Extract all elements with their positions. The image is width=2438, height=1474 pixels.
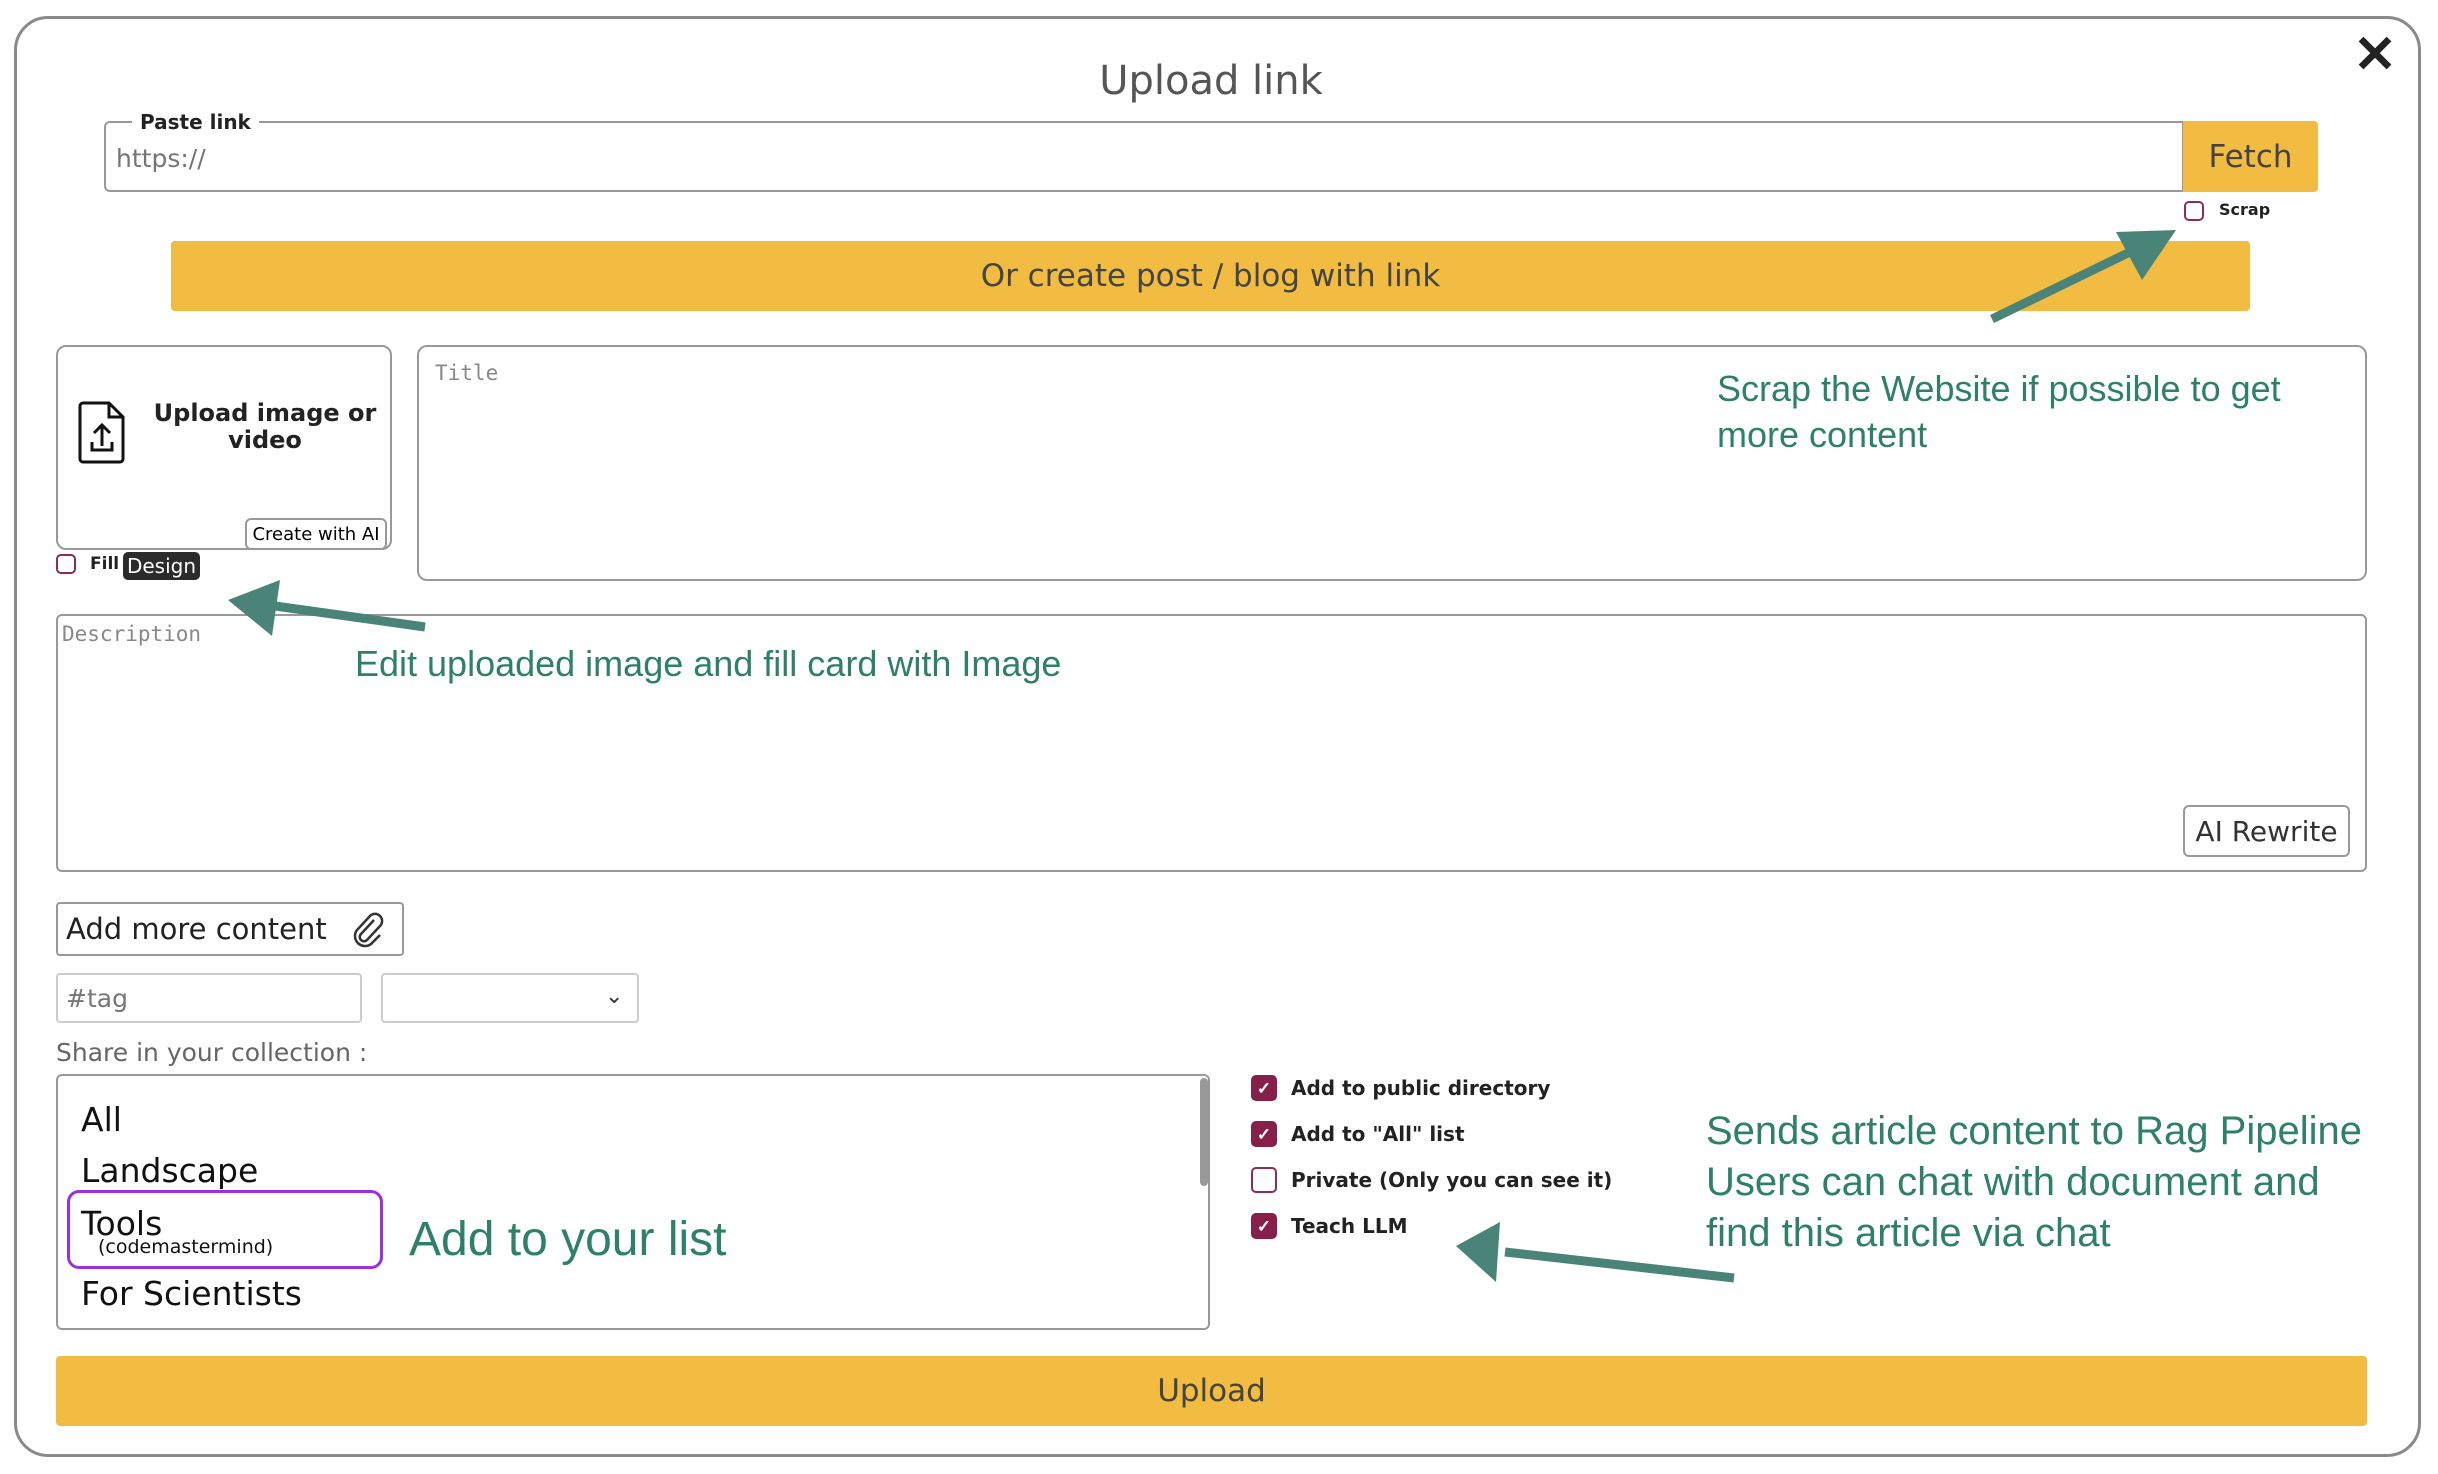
- scrap-label: Scrap: [2219, 200, 2271, 219]
- create-with-ai-button[interactable]: Create with AI: [245, 518, 387, 550]
- add-more-label: Add more content: [66, 912, 327, 946]
- public-directory-label: Add to public directory: [1291, 1076, 1551, 1100]
- highlight-box: [67, 1190, 383, 1269]
- annotation-rag: Sends article content to Rag Pipeline Us…: [1706, 1106, 2362, 1259]
- annotation-rag-line: Sends article content to Rag Pipeline: [1706, 1109, 2362, 1153]
- close-icon[interactable]: ✕: [2350, 29, 2400, 81]
- collection-item-landscape[interactable]: Landscape: [81, 1151, 258, 1190]
- list-scrollbar[interactable]: [1200, 1078, 1208, 1186]
- dialog-title: Upload link: [1099, 58, 1323, 104]
- create-post-button[interactable]: Or create post / blog with link: [171, 241, 2250, 311]
- collection-item-all[interactable]: All: [81, 1100, 122, 1139]
- scrap-checkbox[interactable]: [2184, 201, 2204, 221]
- ai-rewrite-button[interactable]: AI Rewrite: [2183, 805, 2350, 857]
- collection-item-for-scientists[interactable]: For Scientists: [81, 1274, 302, 1313]
- annotation-scrap-line: more content: [1717, 414, 1928, 455]
- annotation-rag-line: find this article via chat: [1706, 1211, 2111, 1255]
- category-select[interactable]: ⌄: [381, 973, 639, 1023]
- paperclip-icon: [353, 912, 384, 948]
- upload-media-label: Upload image or video: [153, 399, 377, 454]
- paste-link-input[interactable]: [116, 138, 2156, 178]
- teach-llm-checkbox[interactable]: ✓: [1251, 1213, 1277, 1239]
- fill-label: Fill: [90, 554, 120, 574]
- file-upload-icon: [78, 401, 125, 464]
- design-button[interactable]: Design: [123, 552, 200, 580]
- share-collection-label: Share in your collection :: [56, 1038, 368, 1067]
- chevron-down-icon: ⌄: [605, 983, 624, 1008]
- annotation-scrap-line: Scrap the Website if possible to get: [1717, 368, 2281, 409]
- all-list-checkbox[interactable]: ✓: [1251, 1121, 1277, 1147]
- private-label: Private (Only you can see it): [1291, 1168, 1613, 1192]
- all-list-label: Add to "All" list: [1291, 1122, 1465, 1146]
- fill-checkbox[interactable]: [56, 554, 76, 574]
- fetch-button[interactable]: Fetch: [2183, 121, 2318, 192]
- teach-llm-label: Teach LLM: [1291, 1214, 1408, 1238]
- annotation-list: Add to your list: [409, 1213, 727, 1266]
- private-checkbox[interactable]: [1251, 1167, 1277, 1193]
- public-directory-checkbox[interactable]: ✓: [1251, 1075, 1277, 1101]
- tag-input[interactable]: [56, 973, 362, 1023]
- annotation-scrap: Scrap the Website if possible to get mor…: [1717, 366, 2281, 458]
- paste-link-label: Paste link: [132, 110, 259, 134]
- annotation-rag-line: Users can chat with document and: [1706, 1160, 2320, 1204]
- upload-button[interactable]: Upload: [56, 1356, 2367, 1426]
- annotation-edit: Edit uploaded image and fill card with I…: [355, 643, 1062, 684]
